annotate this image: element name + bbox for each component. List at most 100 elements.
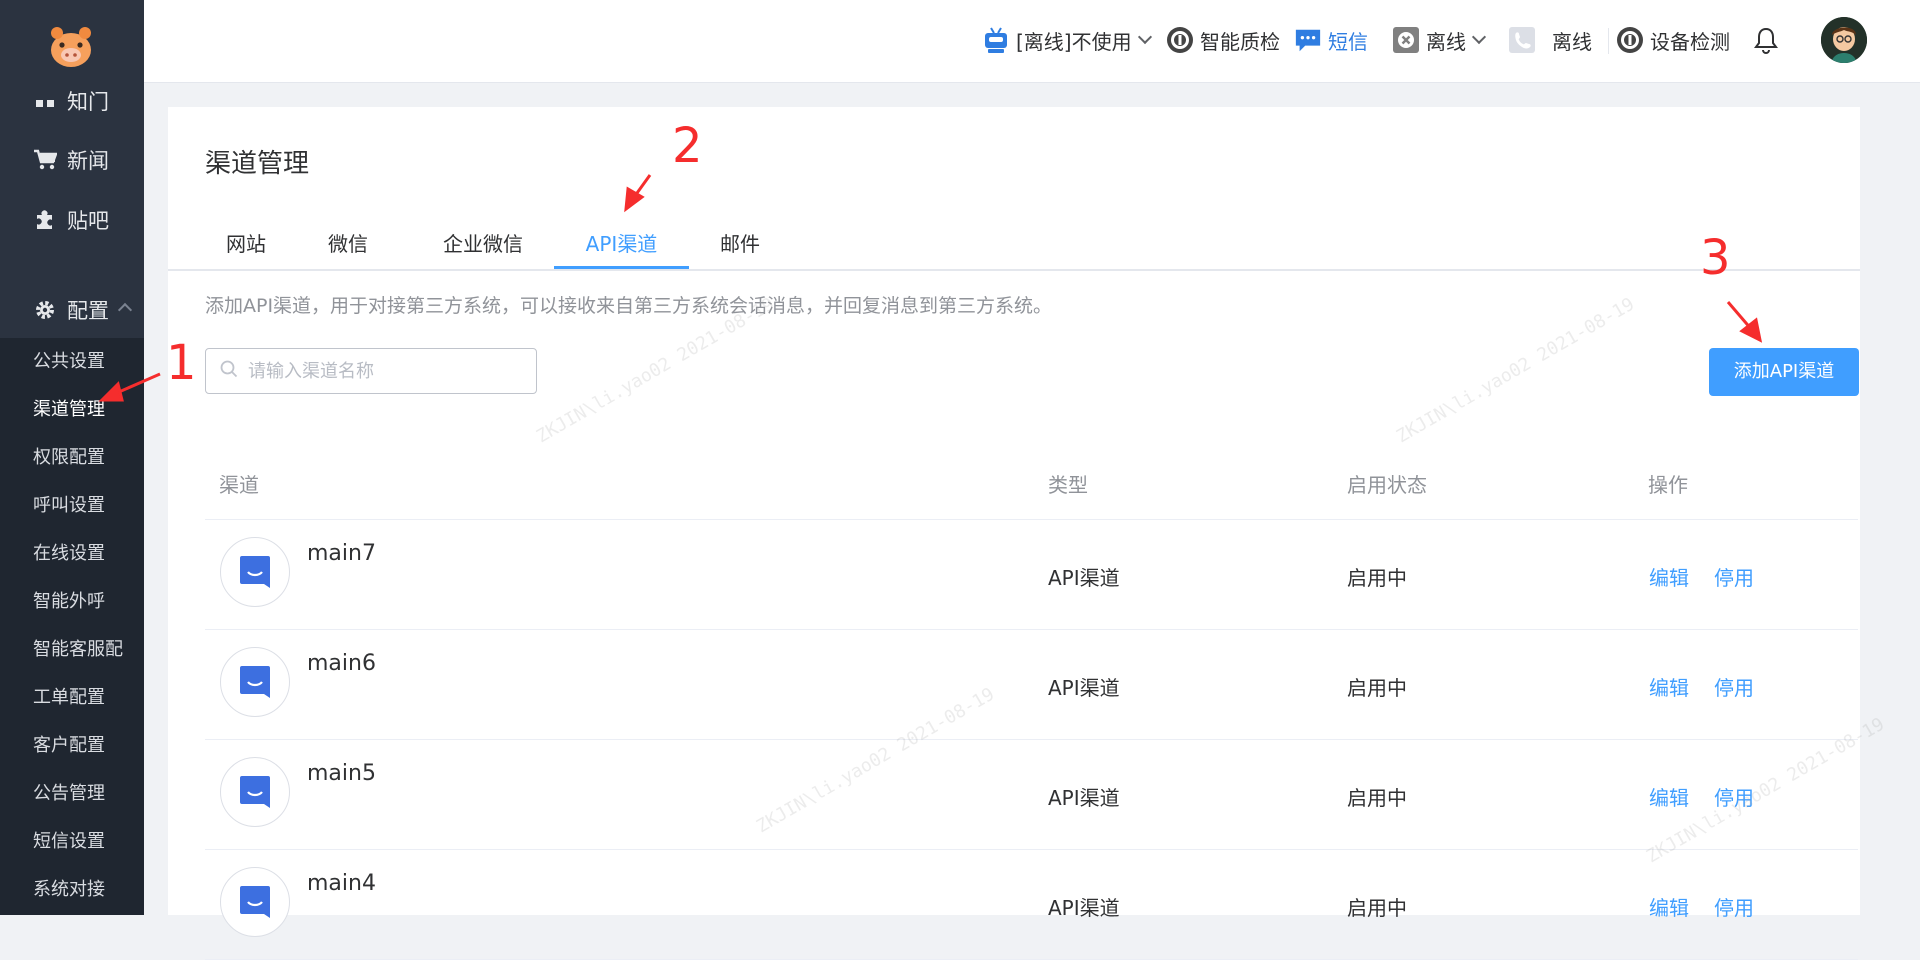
target-icon	[1166, 26, 1194, 54]
search-input[interactable]	[246, 359, 530, 383]
disable-link[interactable]: 停用	[1714, 782, 1754, 811]
channel-type: API渠道	[1048, 786, 1120, 810]
gear-icon	[32, 297, 58, 323]
table-row: main5 API渠道 启用中 编辑 停用	[205, 739, 1858, 850]
bell-icon	[1752, 26, 1780, 54]
column-header-channel: 渠道	[219, 473, 259, 497]
robot-icon	[982, 26, 1010, 54]
channel-name: main5	[307, 761, 376, 786]
tab-api-channel[interactable]: API渠道	[554, 219, 689, 269]
column-header-status: 启用状态	[1347, 473, 1427, 497]
notification-button[interactable]	[1752, 20, 1786, 60]
chat-bubble-icon	[1294, 26, 1322, 54]
channel-status: 启用中	[1347, 566, 1407, 590]
channel-tabs: 网站 微信 企业微信 API渠道 邮件	[168, 219, 1860, 271]
sidebar-sub-item-active[interactable]: 渠道管理	[0, 390, 144, 430]
channel-type: API渠道	[1048, 896, 1120, 920]
active-tab-indicator	[554, 266, 689, 269]
target-icon	[1616, 26, 1644, 54]
avatar[interactable]	[1821, 17, 1867, 63]
api-channel-icon	[220, 757, 290, 827]
content-card: 渠道管理 网站 微信 企业微信 API渠道 邮件 添加API渠道，用于对接第三方…	[168, 107, 1860, 960]
search-icon	[220, 360, 238, 383]
sidebar-item-zhimen[interactable]: 知门	[0, 78, 144, 124]
tab-email[interactable]: 邮件	[700, 219, 780, 269]
tab-website[interactable]: 网站	[206, 219, 286, 269]
header-divider	[1608, 28, 1609, 54]
api-channel-icon	[220, 537, 290, 607]
sms-button[interactable]: 短信	[1294, 20, 1368, 60]
app-icon	[32, 88, 58, 114]
table-row: main4 API渠道 启用中 编辑 停用	[205, 849, 1858, 960]
sidebar-sub-item[interactable]: 智能外呼	[0, 582, 144, 622]
channel-name: main4	[307, 871, 376, 896]
sidebar-item-label: 知门	[67, 90, 109, 114]
api-channel-icon	[220, 867, 290, 937]
annotation-number-2: 2	[672, 118, 703, 174]
status-dropdown[interactable]: [离线]不使用	[982, 20, 1152, 60]
puzzle-icon	[32, 207, 58, 233]
channel-name: main6	[307, 651, 376, 676]
tab-enterprise-wechat[interactable]: 企业微信	[428, 219, 538, 269]
page-title: 渠道管理	[205, 149, 310, 179]
api-channel-icon	[220, 647, 290, 717]
channel-status: 启用中	[1347, 786, 1407, 810]
column-header-actions: 操作	[1648, 473, 1688, 497]
sidebar-item-label: 配置	[67, 299, 109, 323]
quality-check-button[interactable]: 智能质检	[1166, 20, 1280, 60]
search-box	[205, 348, 537, 394]
sidebar-item-news[interactable]: 新闻	[0, 137, 144, 183]
tab-wechat[interactable]: 微信	[308, 219, 388, 269]
edit-link[interactable]: 编辑	[1649, 782, 1689, 811]
cart-icon	[32, 147, 58, 173]
channel-type: API渠道	[1048, 566, 1120, 590]
disable-link[interactable]: 停用	[1714, 672, 1754, 701]
sidebar-item-tieba[interactable]: 贴吧	[0, 197, 144, 243]
phone-icon	[1508, 26, 1536, 54]
disable-link[interactable]: 停用	[1714, 562, 1754, 591]
channel-type: API渠道	[1048, 676, 1120, 700]
annotation-number-1: 1	[166, 335, 197, 391]
channel-status: 启用中	[1347, 676, 1407, 700]
phone-status-button[interactable]: 离线	[1508, 20, 1592, 60]
chevron-down-icon	[1137, 29, 1152, 45]
sms-label: 短信	[1328, 29, 1368, 54]
sidebar-sub-item[interactable]: 在线设置	[0, 534, 144, 574]
sidebar-sub-item[interactable]: 工单配置	[0, 678, 144, 718]
sidebar-sub-item[interactable]: 智能客服配	[0, 630, 144, 670]
sidebar-sub-item[interactable]: 权限配置	[0, 438, 144, 478]
column-header-type: 类型	[1048, 473, 1088, 497]
edit-link[interactable]: 编辑	[1649, 892, 1689, 921]
sidebar-sub-item[interactable]: 公共设置	[0, 342, 144, 382]
phone-offline-label: 离线	[1552, 29, 1592, 54]
table-row: main7 API渠道 启用中 编辑 停用	[205, 519, 1858, 630]
channel-name: main7	[307, 541, 376, 566]
disable-link[interactable]: 停用	[1714, 892, 1754, 921]
sidebar-item-label: 新闻	[67, 149, 109, 173]
annotation-number-3: 3	[1700, 230, 1731, 286]
status-label: [离线]不使用	[1016, 29, 1132, 54]
top-header: [离线]不使用 智能质检 短信 离线 离线 设备检测	[144, 0, 1920, 83]
add-api-channel-button[interactable]: 添加API渠道	[1709, 348, 1859, 396]
logo-icon[interactable]	[48, 25, 94, 69]
sidebar-sub-item[interactable]: 客户配置	[0, 726, 144, 766]
page-description: 添加API渠道，用于对接第三方系统，可以接收来自第三方系统会话消息，并回复消息到…	[205, 295, 1053, 317]
offline-label: 离线	[1426, 29, 1466, 54]
table-header: 渠道 类型 启用状态 操作	[205, 437, 1858, 520]
edit-link[interactable]: 编辑	[1649, 562, 1689, 591]
device-check-button[interactable]: 设备检测	[1616, 20, 1730, 60]
table-row: main6 API渠道 启用中 编辑 停用	[205, 629, 1858, 740]
device-check-label: 设备检测	[1650, 29, 1730, 54]
sidebar-sub-item[interactable]: 短信设置	[0, 822, 144, 862]
channel-status: 启用中	[1347, 896, 1407, 920]
chevron-down-icon	[1471, 29, 1487, 45]
sidebar-sub-item[interactable]: 系统对接	[0, 870, 144, 910]
edit-link[interactable]: 编辑	[1649, 672, 1689, 701]
close-circle-icon	[1392, 26, 1420, 54]
sidebar-sub-item[interactable]: 公告管理	[0, 774, 144, 814]
sidebar-sub-item[interactable]: 呼叫设置	[0, 486, 144, 526]
online-status-dropdown[interactable]: 离线	[1392, 20, 1487, 60]
sidebar: 知门 新闻 贴吧 配置 公共设置 渠道管理 权限配置 呼叫设置 在线设置 智能外…	[0, 0, 144, 915]
sidebar-item-label: 贴吧	[67, 209, 109, 233]
quality-check-label: 智能质检	[1200, 29, 1280, 54]
